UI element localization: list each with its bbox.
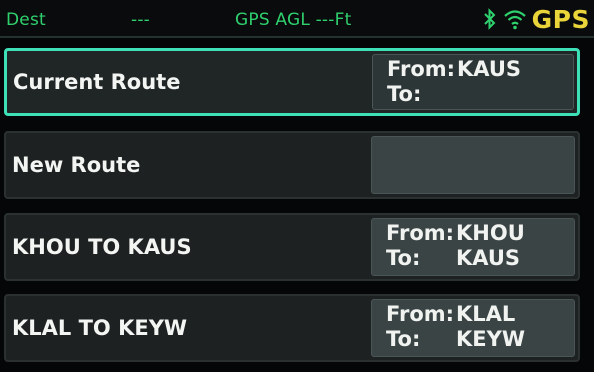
gps-agl-readout: GPS AGL ---Ft xyxy=(235,10,352,30)
from-label: From: xyxy=(386,302,455,326)
to-value: KEYW xyxy=(456,327,525,351)
from-label: From: xyxy=(386,221,455,245)
route-endpoints xyxy=(371,136,575,194)
gps-status-label: GPS xyxy=(531,4,590,34)
route-row-klal-keyw[interactable]: KLAL TO KEYW From: KLAL To: KEYW xyxy=(4,294,580,362)
status-bar: Dest --- GPS AGL ---Ft GPS xyxy=(0,0,594,38)
route-endpoints: From: KHOU To: KAUS xyxy=(371,218,575,276)
from-label: From: xyxy=(387,57,456,81)
from-value: KLAL xyxy=(456,302,516,326)
from-value: KHOU xyxy=(456,221,525,245)
route-screen: Dest --- GPS AGL ---Ft GPS Current Route… xyxy=(0,0,594,372)
bluetooth-icon xyxy=(483,8,496,30)
route-name: KLAL TO KEYW xyxy=(12,316,188,340)
route-endpoints: From: KAUS To: xyxy=(372,54,574,110)
route-row-khou-kaus[interactable]: KHOU TO KAUS From: KHOU To: KAUS xyxy=(4,213,580,281)
route-name: New Route xyxy=(12,153,141,177)
to-label: To: xyxy=(386,246,421,270)
from-value: KAUS xyxy=(457,57,522,81)
route-row-new[interactable]: New Route xyxy=(4,131,580,199)
route-name: Current Route xyxy=(13,70,181,94)
wifi-icon xyxy=(503,10,526,30)
status-icons: GPS xyxy=(482,3,590,35)
route-endpoints: From: KLAL To: KEYW xyxy=(371,299,575,357)
to-value: KAUS xyxy=(456,246,521,270)
to-label: To: xyxy=(386,327,421,351)
route-row-current[interactable]: Current Route From: KAUS To: xyxy=(4,48,580,116)
route-name: KHOU TO KAUS xyxy=(12,235,192,259)
to-label: To: xyxy=(387,82,422,106)
dest-label: Dest xyxy=(6,10,46,30)
dest-value: --- xyxy=(131,10,151,30)
